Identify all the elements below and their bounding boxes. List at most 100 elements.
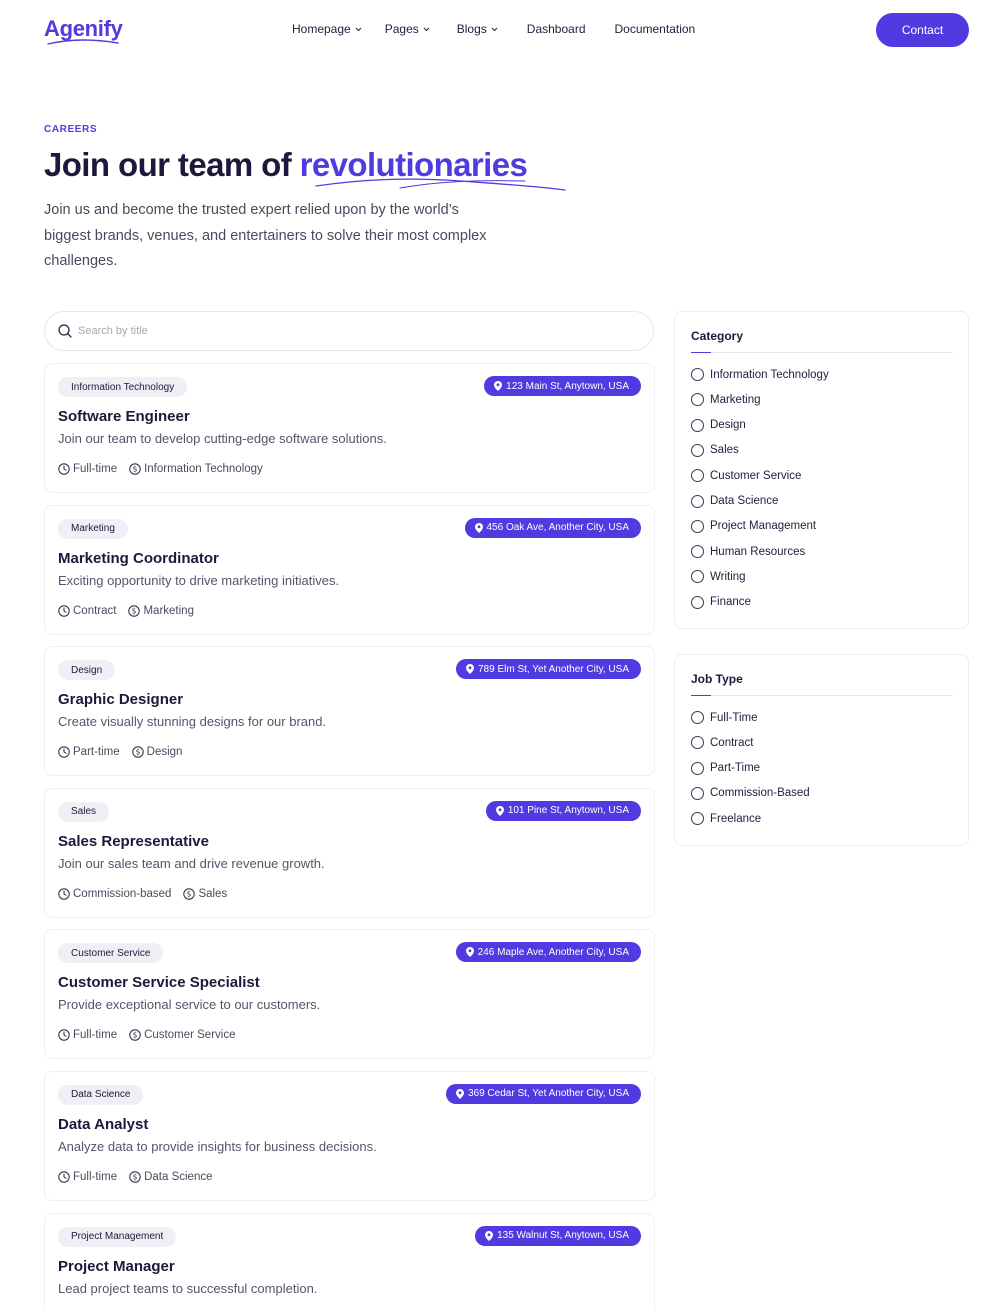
job-meta: Full-time $ Information Technology xyxy=(58,463,275,475)
filter-option[interactable]: Freelance xyxy=(691,812,761,826)
filter-option[interactable]: Writing xyxy=(691,570,746,584)
logo-underline-icon xyxy=(47,39,119,45)
search-bar[interactable] xyxy=(44,311,654,351)
job-card[interactable]: Sales 101 Pine St, Anytown, USA Sales Re… xyxy=(44,787,655,918)
filter-option-label: Writing xyxy=(710,570,746,583)
job-card[interactable]: Marketing 456 Oak Ave, Another City, USA… xyxy=(44,504,655,635)
filter-option[interactable]: Finance xyxy=(691,595,751,609)
filter-option[interactable]: Project Management xyxy=(691,519,817,533)
location-label: 456 Oak Ave, Another City, USA xyxy=(486,522,630,534)
job-title[interactable]: Project Manager xyxy=(58,1258,175,1275)
map-pin-icon xyxy=(495,805,504,816)
radio-button[interactable] xyxy=(691,545,704,559)
nav-label: Blogs xyxy=(456,22,487,36)
radio-button[interactable] xyxy=(691,711,704,724)
nav-item-pages[interactable]: Pages xyxy=(385,22,430,36)
job-type-label: Full-time xyxy=(73,1029,118,1042)
job-title[interactable]: Data Analyst xyxy=(58,1116,148,1133)
job-card[interactable]: Customer Service 246 Maple Ave, Another … xyxy=(44,929,655,1060)
job-department-label: Marketing xyxy=(143,604,194,617)
map-pin-icon xyxy=(494,381,503,391)
radio-button[interactable] xyxy=(691,786,704,800)
filter-option-label: Contract xyxy=(710,736,754,749)
radio-button[interactable] xyxy=(691,812,704,826)
job-category-tag: Sales xyxy=(58,801,110,822)
job-category-tag: Information Technology xyxy=(58,377,188,397)
dollar-icon: $ xyxy=(183,888,196,900)
radio-button[interactable] xyxy=(691,393,704,407)
divider xyxy=(691,695,953,696)
job-card[interactable]: Design 789 Elm St, Yet Another City, USA… xyxy=(44,646,655,777)
filter-option-label: Sales xyxy=(710,444,739,457)
job-description: Provide exceptional service to our custo… xyxy=(58,997,321,1013)
svg-text:$: $ xyxy=(132,606,137,615)
map-pin-icon xyxy=(465,664,474,675)
job-description: Analyze data to provide insights for bus… xyxy=(58,1138,377,1154)
nav-item-blogs[interactable]: Blogs xyxy=(457,22,498,36)
filter-option[interactable]: Commission-Based xyxy=(691,786,810,800)
svg-text:$: $ xyxy=(133,1031,138,1040)
radio-button[interactable] xyxy=(691,736,704,750)
filter-option-label: Project Management xyxy=(710,520,817,533)
job-title[interactable]: Sales Representative xyxy=(58,833,209,850)
job-department: $ Data Science xyxy=(129,1171,213,1183)
radio-button[interactable] xyxy=(691,494,704,508)
job-type-filter-title: Job Type xyxy=(691,672,743,686)
filter-option-label: Design xyxy=(710,419,746,432)
job-location-badge: 246 Maple Ave, Another City, USA xyxy=(455,942,641,963)
nav-item-documentation[interactable]: Documentation xyxy=(615,22,696,36)
job-type: Commission-based xyxy=(58,888,171,900)
job-type-label: Commission-based xyxy=(73,887,172,900)
filter-option[interactable]: Contract xyxy=(691,736,754,750)
nav-label: Documentation xyxy=(614,22,696,36)
filter-option[interactable]: Information Technology xyxy=(691,368,829,381)
filter-option[interactable]: Data Science xyxy=(691,494,778,508)
divider-accent xyxy=(691,695,711,696)
contact-button[interactable]: Contact xyxy=(876,13,969,47)
filter-option-label: Part-Time xyxy=(710,762,761,775)
filter-option[interactable]: Sales xyxy=(691,443,739,457)
svg-text:$: $ xyxy=(135,748,140,757)
job-title[interactable]: Customer Service Specialist xyxy=(58,974,260,991)
nav-label: Pages xyxy=(384,22,419,36)
filter-option[interactable]: Full-Time xyxy=(691,711,758,724)
job-title[interactable]: Marketing Coordinator xyxy=(58,550,219,567)
job-department: $ Information Technology xyxy=(129,463,263,475)
filter-option-label: Human Resources xyxy=(710,545,806,558)
job-card[interactable]: Data Science 369 Cedar St, Yet Another C… xyxy=(44,1070,655,1201)
dollar-icon: $ xyxy=(129,1171,141,1183)
job-card[interactable]: Project Management 135 Walnut St, Anytow… xyxy=(44,1212,655,1310)
job-title[interactable]: Graphic Designer xyxy=(58,691,183,708)
filter-option[interactable]: Design xyxy=(691,418,746,432)
job-meta: Commission-based $ Sales xyxy=(58,888,239,900)
category-filter-title: Category xyxy=(691,329,744,343)
radio-button[interactable] xyxy=(691,570,704,584)
nav-item-dashboard[interactable]: Dashboard xyxy=(527,22,586,36)
radio-button[interactable] xyxy=(691,761,704,775)
filter-option[interactable]: Marketing xyxy=(691,393,761,407)
job-title[interactable]: Software Engineer xyxy=(58,408,190,425)
job-location-badge: 789 Elm St, Yet Another City, USA xyxy=(455,659,641,680)
filter-option[interactable]: Human Resources xyxy=(691,545,806,559)
filter-option[interactable]: Part-Time xyxy=(691,761,761,775)
radio-button[interactable] xyxy=(691,595,704,609)
job-department-label: Sales xyxy=(198,887,228,900)
filter-option-label: Marketing xyxy=(710,393,761,406)
nav-item-homepage[interactable]: Homepage xyxy=(292,22,362,36)
clock-icon xyxy=(58,463,70,475)
radio-button[interactable] xyxy=(691,368,704,381)
radio-button[interactable] xyxy=(691,418,704,432)
radio-button[interactable] xyxy=(691,443,704,457)
search-input[interactable] xyxy=(78,325,578,337)
filter-option[interactable]: Customer Service xyxy=(691,469,801,483)
location-label: 789 Elm St, Yet Another City, USA xyxy=(477,663,629,675)
job-location-badge: 123 Main St, Anytown, USA xyxy=(484,376,641,396)
job-description: Join our sales team and drive revenue gr… xyxy=(58,855,325,871)
main-nav: Homepage Pages Blogs Dashboard Documenta… xyxy=(292,22,695,36)
location-label: 135 Walnut St, Anytown, USA xyxy=(497,1230,629,1242)
radio-button[interactable] xyxy=(691,469,704,483)
job-category-tag: Marketing xyxy=(58,518,128,539)
job-card[interactable]: Information Technology 123 Main St, Anyt… xyxy=(44,363,655,493)
search-icon xyxy=(58,324,72,338)
radio-button[interactable] xyxy=(691,519,704,533)
